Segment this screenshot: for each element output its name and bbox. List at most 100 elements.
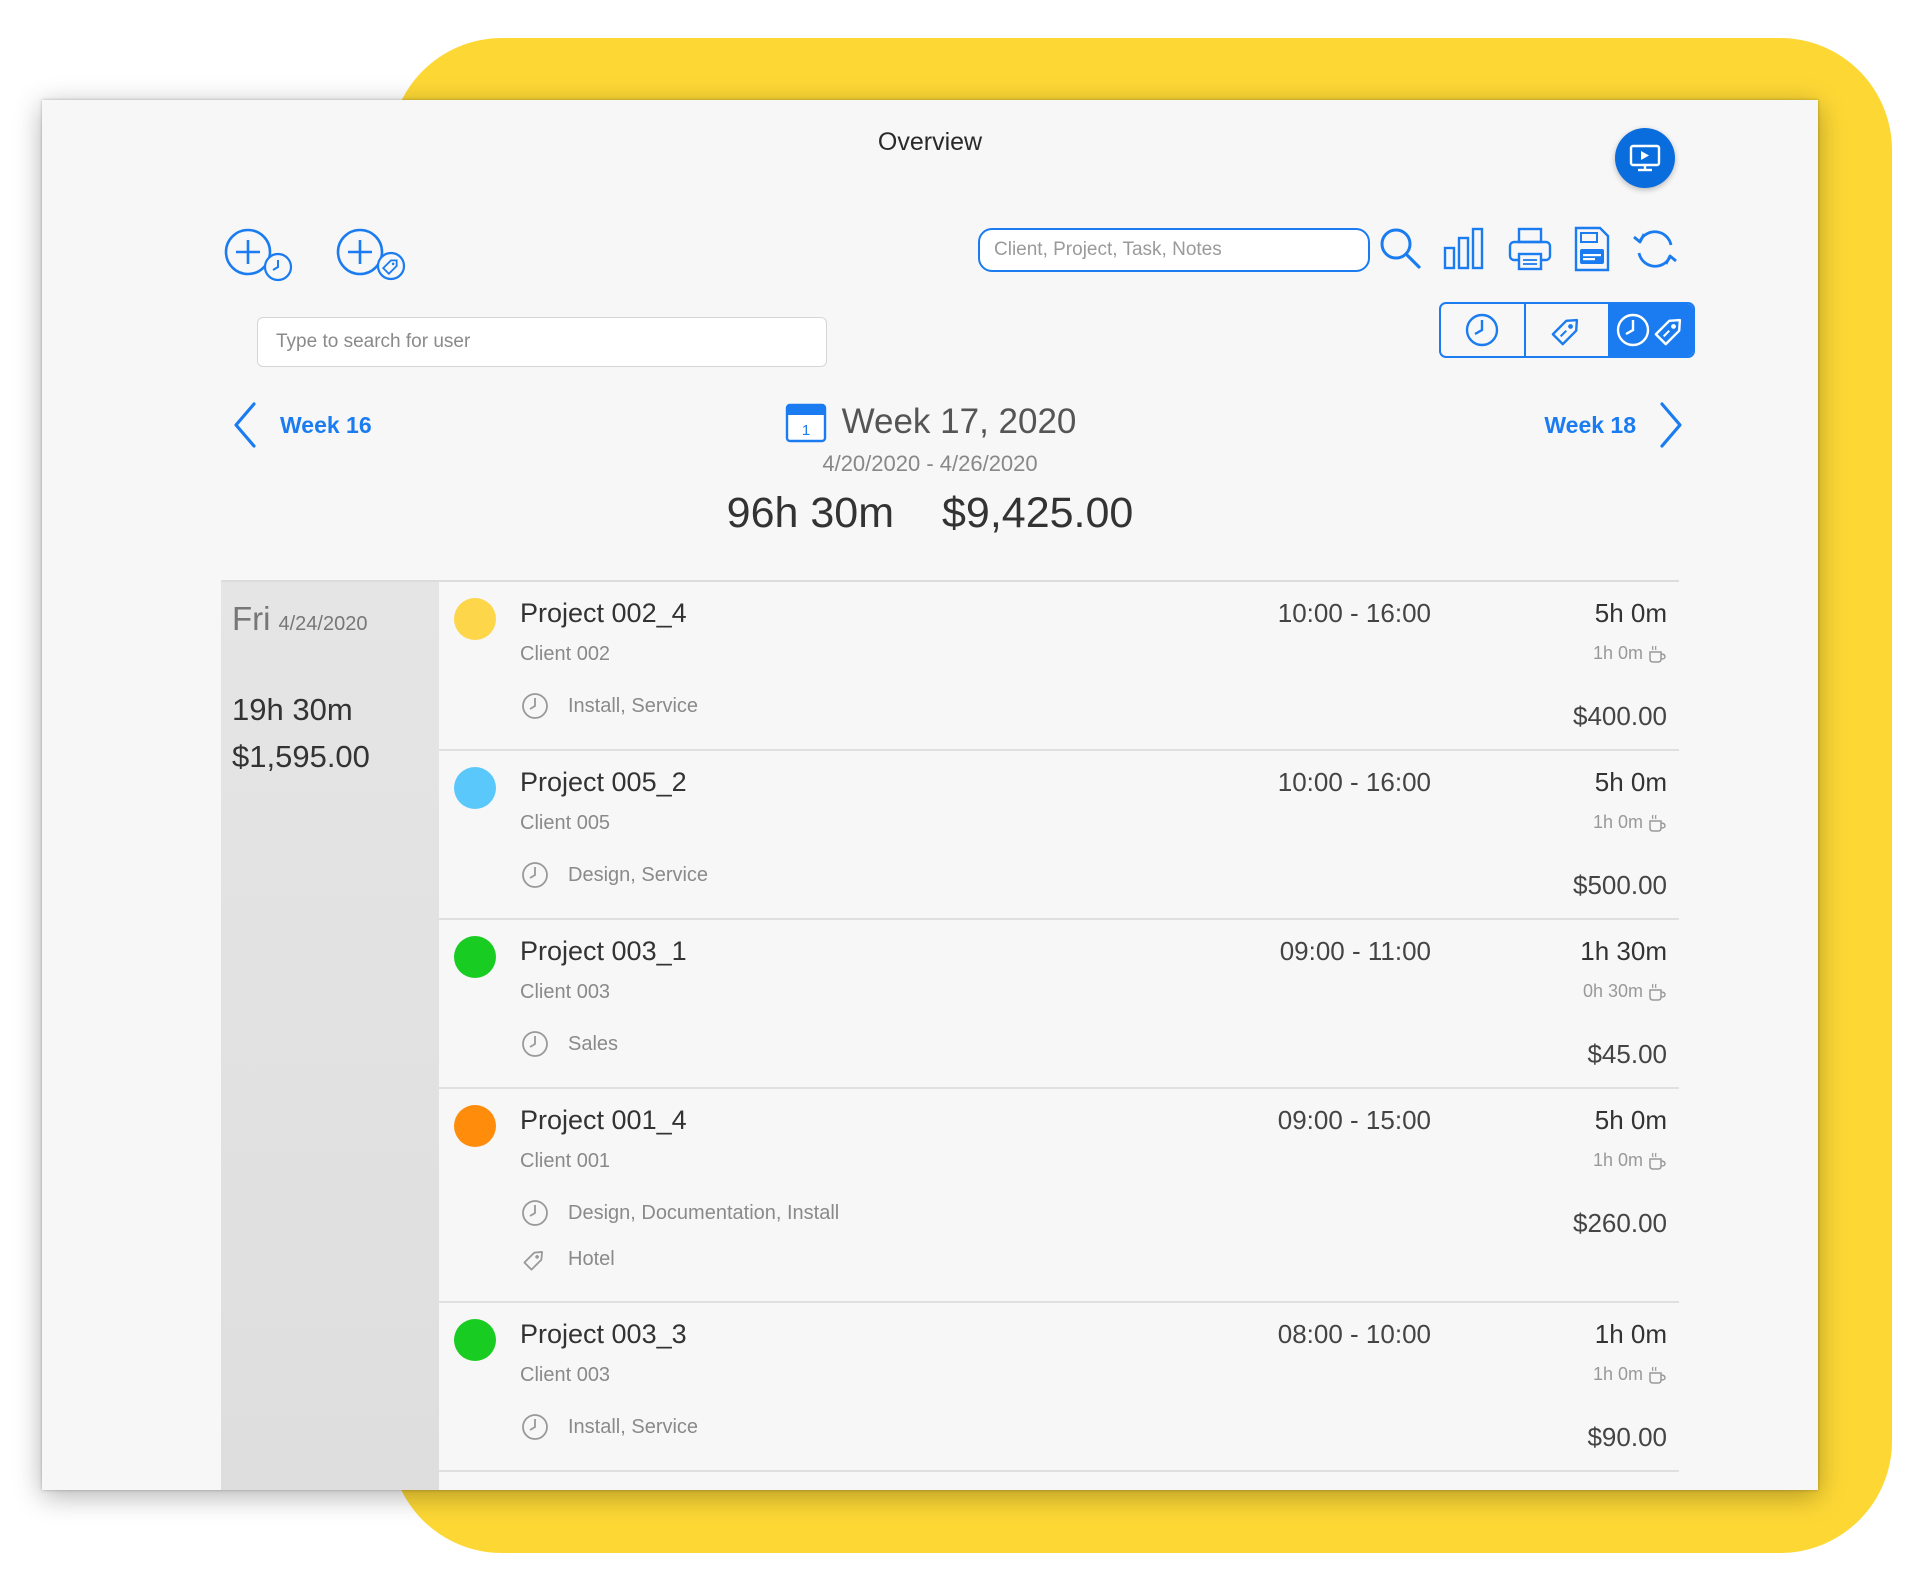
expenses-line: Hotel bbox=[520, 1244, 615, 1274]
print-icon[interactable] bbox=[1505, 224, 1555, 274]
client-name: Client 003 bbox=[520, 1364, 611, 1386]
project-name: Project 002_4 bbox=[520, 598, 687, 628]
export-csv-icon[interactable] bbox=[1567, 224, 1617, 274]
day-date: 4/24/2020 bbox=[278, 613, 368, 635]
entry-amount: $45.00 bbox=[1587, 1039, 1667, 1069]
time-entry-row[interactable]: Project 003_3 Client 003 08:00 - 10:00 1h 0… bbox=[439, 1303, 1679, 1472]
project-name: Project 001_4 bbox=[520, 1105, 687, 1135]
time-entry-row[interactable]: Project 005_2 Client 005 10:00 - 16:00 5h 0… bbox=[439, 751, 1679, 920]
tasks-line: Install, Service bbox=[520, 691, 698, 721]
task-names: Design, Documentation, Install bbox=[568, 1201, 840, 1224]
entry-amount: $260.00 bbox=[1573, 1208, 1667, 1238]
monitor-play-icon bbox=[1629, 144, 1661, 172]
week-total-hours: 96h 30m bbox=[726, 489, 895, 537]
time-entry-row[interactable]: Project 002_4 Client 002 10:00 - 16:00 5h 0… bbox=[439, 582, 1679, 751]
duration: 1h 0m bbox=[1594, 1319, 1667, 1349]
project-color-dot bbox=[454, 767, 496, 809]
entry-amount: $400.00 bbox=[1573, 701, 1667, 731]
time-range: 09:00 - 15:00 bbox=[1277, 1105, 1431, 1135]
project-name: Project 003_1 bbox=[520, 936, 687, 966]
week-total-amount: $9,425.00 bbox=[942, 489, 1134, 537]
project-color-dot bbox=[454, 936, 496, 978]
project-color-dot bbox=[454, 1319, 496, 1361]
break-value: 1h 0m bbox=[1592, 812, 1643, 832]
clock-icon bbox=[522, 693, 548, 719]
clock-and-tag-icon bbox=[1616, 313, 1681, 347]
time-range: 09:00 - 11:00 bbox=[1279, 936, 1431, 966]
user-search-input[interactable] bbox=[257, 317, 827, 367]
task-names: Install, Service bbox=[568, 694, 699, 717]
screen-share-button[interactable] bbox=[1615, 128, 1675, 188]
tasks-line: Design, Documentation, Install bbox=[520, 1198, 839, 1228]
project-name: Project 003_3 bbox=[520, 1319, 687, 1349]
time-entry-row[interactable]: Project 003_1 Client 003 09:00 - 11:00 1h 3… bbox=[439, 920, 1679, 1089]
break-value: 0h 30m bbox=[1582, 981, 1643, 1001]
week-totals: 96h 30m $9,425.00 bbox=[42, 489, 1818, 538]
entry-type-filter bbox=[1439, 302, 1695, 358]
clock-icon bbox=[522, 1200, 548, 1226]
project-color-dot bbox=[454, 598, 496, 640]
calendar-icon: 1 bbox=[785, 403, 826, 443]
add-expense-button[interactable] bbox=[335, 225, 417, 287]
week-title: Week 17, 2020 bbox=[841, 402, 1077, 441]
break-duration: 1h 0m bbox=[1593, 643, 1667, 664]
app-window: Overview Client, Project, Task, Notes Ty… bbox=[42, 100, 1818, 1490]
break-value: 1h 0m bbox=[1592, 1150, 1643, 1170]
filter-time-entries[interactable] bbox=[1441, 304, 1524, 356]
duration: 5h 0m bbox=[1594, 598, 1667, 628]
week-date-range: 4/20/2020 - 4/26/2020 bbox=[822, 451, 1038, 476]
day-summary: Fri 4/24/2020 19h 30m $1,595.00 bbox=[221, 582, 439, 1490]
tasks-line: Sales bbox=[520, 1029, 618, 1059]
break-value: 1h 0m bbox=[1592, 1364, 1643, 1384]
tasks-line: Install, Service bbox=[520, 1412, 698, 1442]
task-names: Sales bbox=[568, 1032, 619, 1055]
tag-icon bbox=[523, 1251, 543, 1271]
filter-expenses[interactable] bbox=[1523, 304, 1609, 356]
clock-icon bbox=[1466, 313, 1499, 347]
search-input[interactable] bbox=[978, 228, 1370, 272]
duration: 1h 30m bbox=[1580, 936, 1667, 966]
week-header: 1 Week 17, 2020 4/20/2020 - 4/26/2020 96… bbox=[42, 400, 1818, 538]
week-picker[interactable]: 1 Week 17, 2020 bbox=[784, 400, 1077, 444]
clock-icon bbox=[522, 862, 548, 888]
bar-chart-icon[interactable] bbox=[1439, 224, 1489, 274]
filter-all[interactable] bbox=[1608, 304, 1693, 356]
client-name: Client 002 bbox=[520, 643, 611, 665]
duration: 5h 0m bbox=[1594, 767, 1667, 797]
tasks-line: Design, Service bbox=[520, 860, 708, 890]
task-names: Install, Service bbox=[568, 1415, 699, 1438]
coffee-cup-icon bbox=[1649, 814, 1666, 832]
break-duration: 0h 30m bbox=[1583, 981, 1667, 1002]
duration: 5h 0m bbox=[1594, 1105, 1667, 1135]
time-entry-row[interactable]: Project 001_4 Client 001 09:00 - 15:00 5h 0… bbox=[439, 1089, 1679, 1303]
client-name: Client 001 bbox=[520, 1150, 611, 1172]
sync-icon[interactable] bbox=[1630, 224, 1680, 274]
coffee-cup-icon bbox=[1649, 1152, 1666, 1170]
clock-icon bbox=[522, 1414, 548, 1440]
entry-amount: $500.00 bbox=[1573, 870, 1667, 900]
search-icon[interactable] bbox=[1376, 224, 1426, 274]
break-duration: 1h 0m bbox=[1593, 1364, 1667, 1385]
clock-icon bbox=[522, 1031, 548, 1057]
coffee-cup-icon bbox=[1649, 983, 1666, 1001]
entry-amount: $90.00 bbox=[1587, 1422, 1667, 1452]
day-total-amount: $1,595.00 bbox=[232, 739, 370, 774]
client-name: Client 003 bbox=[520, 981, 611, 1003]
add-time-entry-button[interactable] bbox=[223, 225, 303, 287]
project-color-dot bbox=[454, 1105, 496, 1147]
project-name: Project 005_2 bbox=[520, 767, 687, 797]
tag-icon bbox=[1551, 318, 1579, 346]
calendar-day: 1 bbox=[801, 422, 809, 439]
break-duration: 1h 0m bbox=[1593, 1150, 1667, 1171]
break-duration: 1h 0m bbox=[1593, 812, 1667, 833]
time-range: 08:00 - 10:00 bbox=[1277, 1319, 1431, 1349]
day-total-hours: 19h 30m bbox=[232, 692, 353, 727]
time-range: 10:00 - 16:00 bbox=[1277, 598, 1431, 628]
day-name: Fri bbox=[232, 600, 271, 637]
task-names: Design, Service bbox=[568, 863, 709, 886]
expense-names: Hotel bbox=[568, 1247, 615, 1270]
window-title: Overview bbox=[877, 128, 983, 156]
time-range: 10:00 - 16:00 bbox=[1277, 767, 1431, 797]
entry-list: Project 002_4 Client 002 10:00 - 16:00 5h 0… bbox=[439, 582, 1679, 1472]
break-value: 1h 0m bbox=[1592, 643, 1643, 663]
